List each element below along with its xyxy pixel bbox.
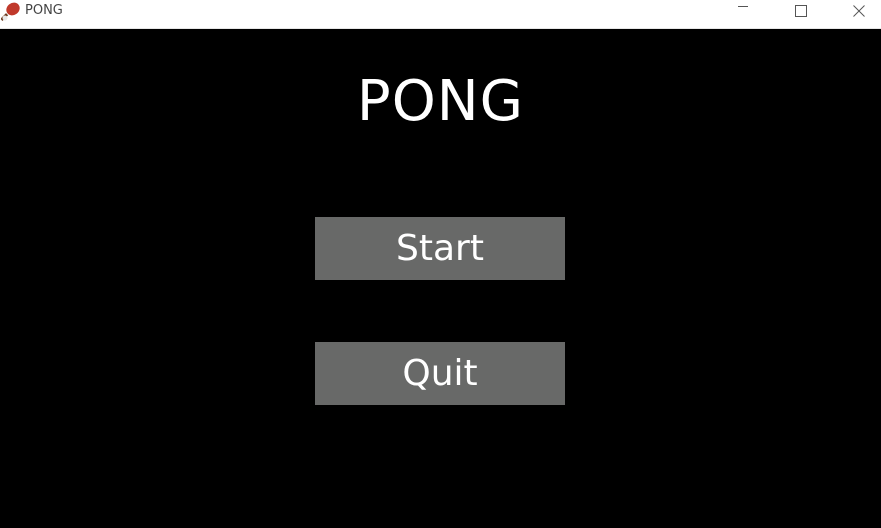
window-title: PONG — [25, 3, 63, 18]
game-canvas: PONG Start Quit — [0, 29, 881, 528]
maximize-button[interactable] — [772, 0, 830, 22]
close-button[interactable] — [830, 0, 881, 22]
ping-pong-paddle-icon — [0, 2, 21, 22]
minimize-button[interactable] — [714, 0, 772, 22]
game-title: PONG — [356, 69, 525, 134]
maximize-icon — [795, 2, 807, 21]
title-bar[interactable]: PONG — [0, 0, 881, 29]
close-icon — [853, 2, 865, 21]
minimize-icon — [737, 2, 749, 21]
app-window: PONG PONG Start Quit — [0, 0, 881, 528]
quit-button[interactable]: Quit — [315, 342, 565, 405]
start-button[interactable]: Start — [315, 217, 565, 280]
